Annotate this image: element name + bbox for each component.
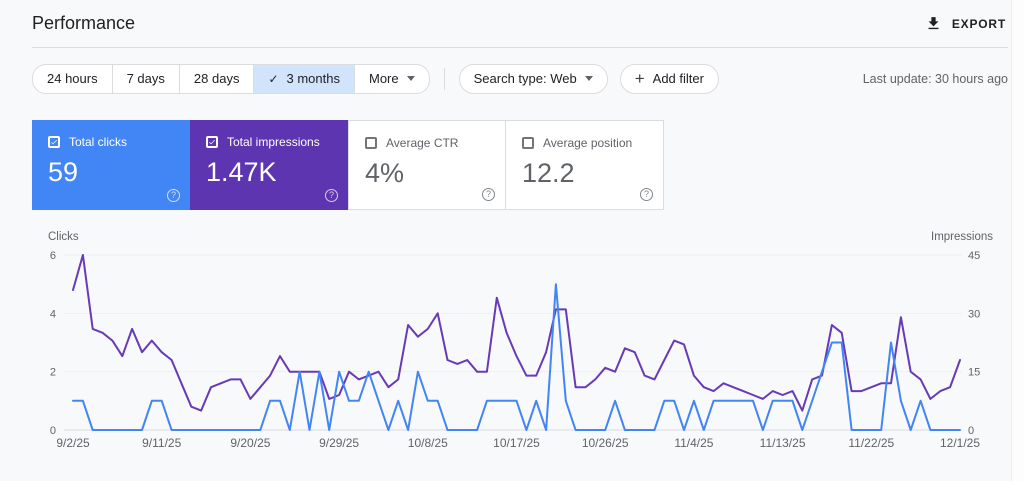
date-chip-label: 28 days xyxy=(193,71,240,86)
x-axis-tick: 11/4/25 xyxy=(674,436,713,450)
help-icon[interactable]: ? xyxy=(482,188,495,201)
checkbox-unchecked-icon[interactable] xyxy=(522,137,534,149)
metric-card-label: Total impressions xyxy=(227,135,320,149)
date-chip-3-months[interactable]: ✓ 3 months xyxy=(254,64,355,93)
checkbox-unchecked-icon[interactable] xyxy=(365,137,377,149)
search-type-chip[interactable]: Search type: Web xyxy=(458,63,608,94)
date-chip-7-days[interactable]: 7 days xyxy=(113,64,180,93)
x-axis-tick: 11/22/25 xyxy=(848,436,894,450)
filter-toolbar: 24 hours 7 days 28 days ✓ 3 months More Searc… xyxy=(32,63,1008,94)
metric-card-total-clicks[interactable]: Total clicks 59? xyxy=(32,120,190,210)
date-chip-more[interactable]: More xyxy=(355,65,429,93)
left-axis-tick: 6 xyxy=(50,250,56,262)
metric-card-average-position[interactable]: Average position 12.2? xyxy=(506,120,664,210)
plus-icon: + xyxy=(634,69,645,88)
x-axis-tick: 9/29/25 xyxy=(319,436,359,450)
date-chip-24-hours[interactable]: 24 hours xyxy=(33,64,113,93)
export-button[interactable]: EXPORT xyxy=(923,11,1008,36)
date-chip-label: 24 hours xyxy=(47,71,98,86)
help-icon[interactable]: ? xyxy=(640,188,653,201)
right-axis-tick: 45 xyxy=(968,250,980,262)
metric-card-total-impressions[interactable]: Total impressions 1.47K? xyxy=(190,120,348,210)
x-axis-tick: 9/20/25 xyxy=(230,436,270,450)
x-axis-tick: 11/13/25 xyxy=(760,436,806,450)
metric-card-value: 4% xyxy=(365,158,405,188)
chevron-down-icon xyxy=(584,76,593,81)
checkbox-checked-icon[interactable] xyxy=(206,136,218,148)
metric-card-label: Average CTR xyxy=(386,136,459,150)
metric-card-value: 59 xyxy=(48,157,79,187)
top-bar: Performance EXPORT xyxy=(32,0,1008,48)
right-axis-tick: 15 xyxy=(968,367,980,379)
date-chip-28-days[interactable]: 28 days xyxy=(180,64,255,93)
x-axis-tick: 12/1/25 xyxy=(940,436,980,450)
search-type-label: Search type: Web xyxy=(473,71,577,86)
x-axis-tick: 9/11/25 xyxy=(142,436,181,450)
x-axis-tick: 10/26/25 xyxy=(582,436,629,450)
metric-card-value: 12.2 xyxy=(522,158,575,188)
x-axis-tick: 9/2/25 xyxy=(56,436,90,450)
page-title: Performance xyxy=(32,13,136,33)
date-chip-label: 7 days xyxy=(126,71,165,86)
performance-chart: 0 02 154 306 45Clicks Impressions9/2/25 9/11/2… xyxy=(48,231,993,450)
chevron-down-icon xyxy=(406,76,415,81)
left-axis-tick: 0 xyxy=(50,425,56,437)
add-filter-label: Add filter xyxy=(652,71,704,86)
metric-cards-row: Total clicks 59? Total impressions 1.47K? Av… xyxy=(32,120,1024,210)
check-icon: ✓ xyxy=(268,71,279,86)
metric-card-label: Average position xyxy=(543,136,633,150)
export-label: EXPORT xyxy=(951,16,1006,31)
x-axis-tick: 10/8/25 xyxy=(408,436,448,450)
date-chip-label: More xyxy=(369,71,399,86)
right-axis-title: Impressions xyxy=(931,231,993,243)
last-update-text: Last update: 30 hours ago xyxy=(862,71,1008,86)
left-axis-title: Clicks xyxy=(48,231,79,243)
date-chip-label: 3 months xyxy=(286,71,340,86)
metric-card-value: 1.47K xyxy=(206,157,277,187)
date-range-chip-group: 24 hours 7 days 28 days ✓ 3 months More xyxy=(32,63,430,94)
left-axis-tick: 4 xyxy=(50,308,56,320)
x-axis-tick: 10/17/25 xyxy=(493,436,540,450)
left-axis-tick: 2 xyxy=(50,367,56,379)
metric-card-label: Total clicks xyxy=(69,135,128,149)
metric-card-average-ctr[interactable]: Average CTR 4%? xyxy=(348,120,506,210)
checkbox-checked-icon[interactable] xyxy=(48,136,60,148)
series-line-impressions xyxy=(72,254,961,412)
toolbar-divider xyxy=(443,67,445,90)
scrollbar[interactable] xyxy=(1011,0,1024,481)
right-axis-tick: 30 xyxy=(968,308,980,320)
add-filter-chip[interactable]: + Add filter xyxy=(619,63,719,94)
help-icon[interactable]: ? xyxy=(325,189,338,202)
download-icon xyxy=(925,15,942,32)
help-icon[interactable]: ? xyxy=(167,189,180,202)
